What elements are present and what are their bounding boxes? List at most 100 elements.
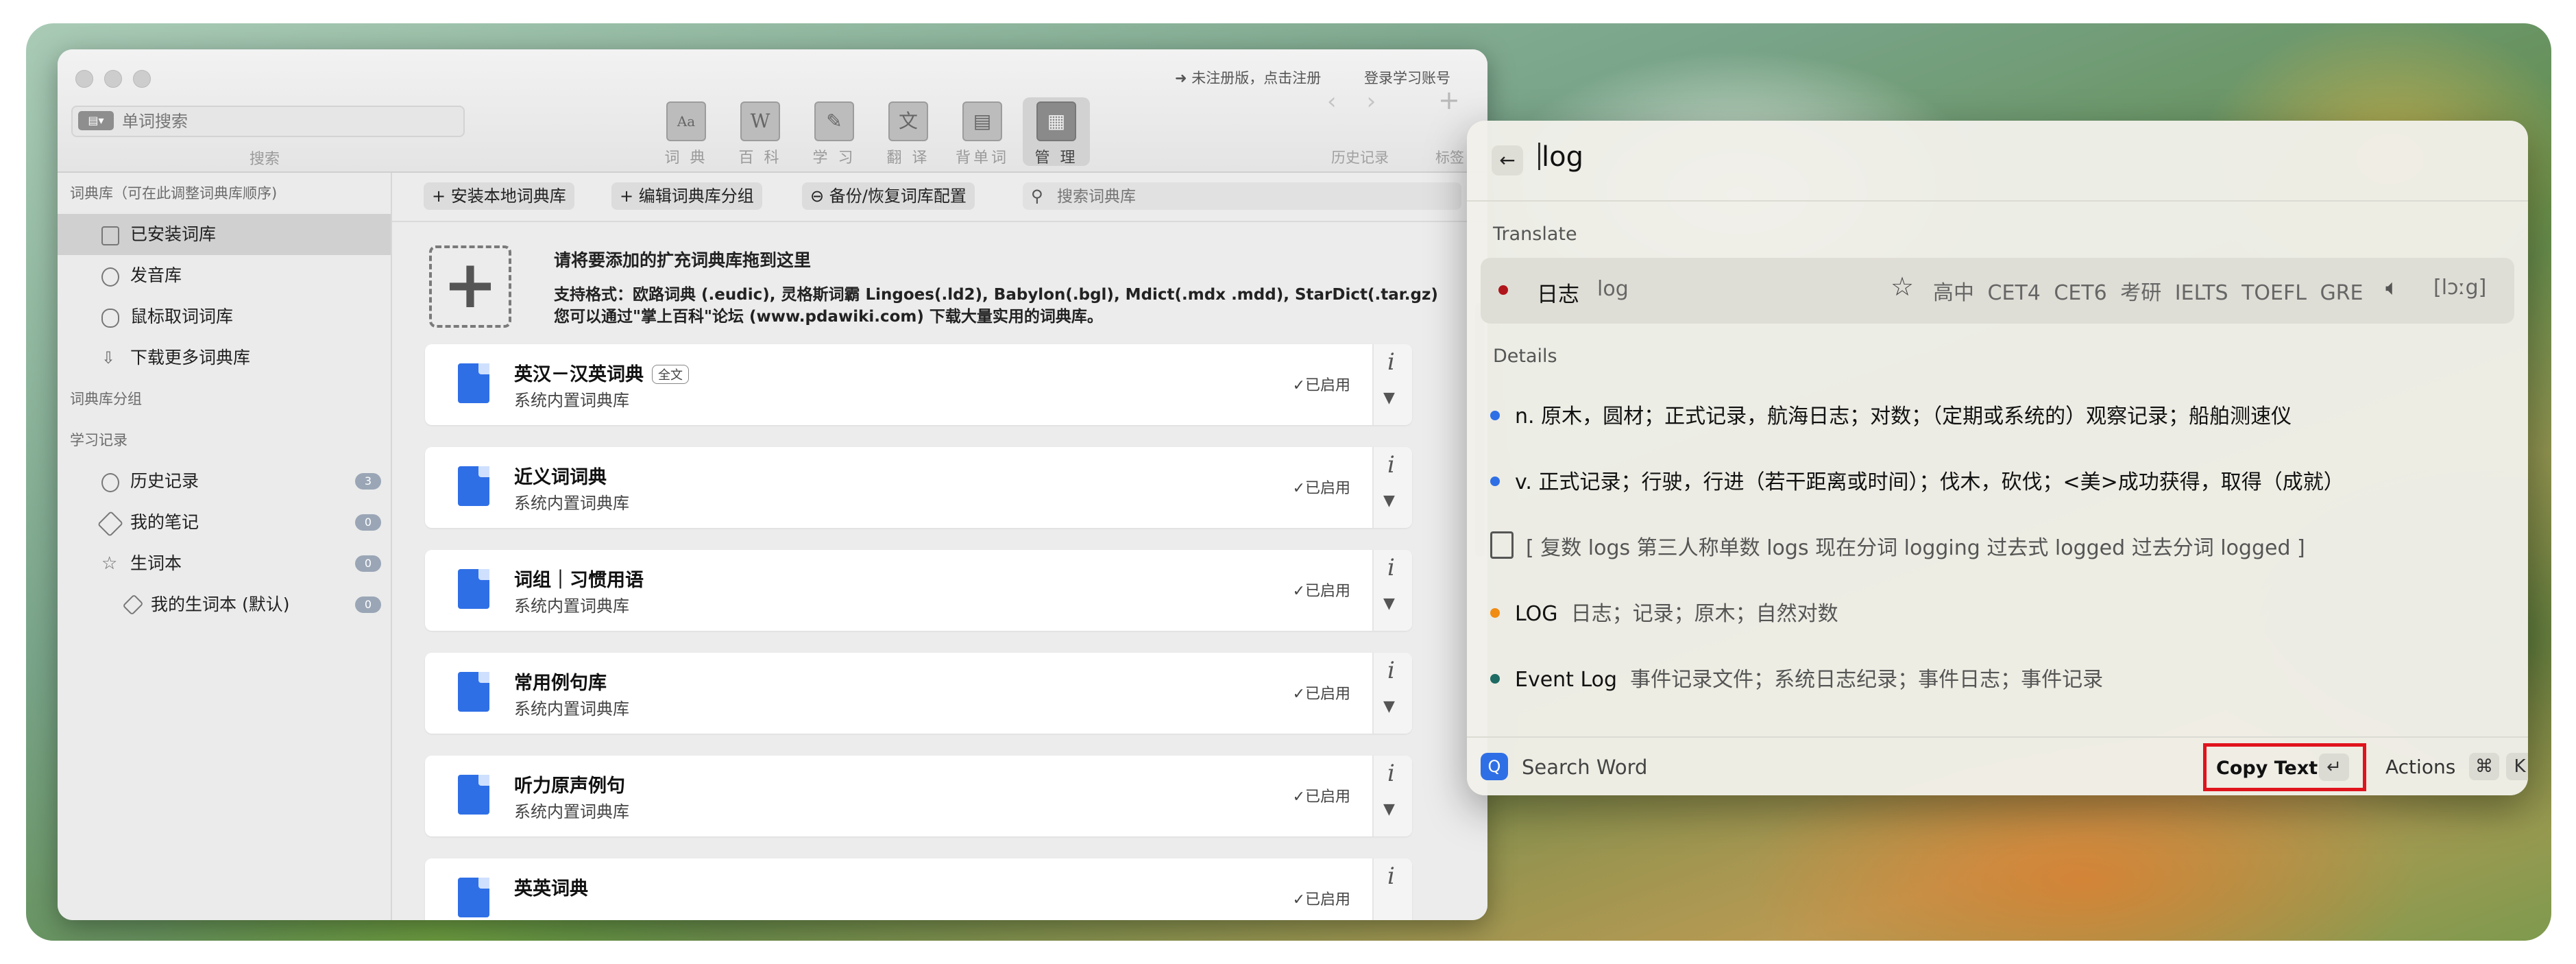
minimize-window-button[interactable] [104, 70, 122, 88]
register-link[interactable]: ➜ 未注册版，点击注册 [1175, 67, 1321, 88]
dictionary-card[interactable]: 常用例句库 系统内置词典库 ✓已启用 i ▼ [425, 653, 1412, 734]
sidebar-heading-study: 学习记录 [70, 432, 127, 448]
add-tag-icon[interactable]: + [1438, 85, 1460, 115]
sidebar-item-label: 鼠标取词词库 [130, 306, 234, 326]
tool-flashcards[interactable]: ▤ 背单词 [949, 97, 1016, 167]
search-icon: ⚲ [1031, 186, 1043, 206]
enabled-status[interactable]: ✓已启用 [1293, 373, 1350, 395]
backup-restore-button[interactable]: ⊖ 备份/恢复词库配置 [802, 182, 975, 210]
tool-dictionary[interactable]: Aa 词 典 [653, 97, 720, 167]
definition-dot [1490, 608, 1500, 618]
sidebar-item-wordbook[interactable]: ☆ 生词本 0 [58, 543, 391, 584]
sidebar-item-history[interactable]: 历史记录 3 [58, 461, 391, 502]
info-panel: i ▼ [1372, 447, 1412, 528]
count-badge: 0 [355, 597, 381, 613]
translation-result[interactable]: 日志 log ☆ 高中 CET4 CET6 考研 IELTS TOEFL GRE… [1481, 258, 2514, 324]
copy-text-label: Copy Text [2216, 758, 2318, 779]
info-icon[interactable]: i [1387, 451, 1395, 479]
chevron-down-icon[interactable]: ▼ [1383, 492, 1395, 509]
dictionary-name: 词组｜习惯用语 [514, 570, 644, 591]
tool-manage[interactable]: ▦ 管 理 [1023, 97, 1090, 167]
exam-tags: 高中 CET4 CET6 考研 IELTS TOEFL GRE [1933, 281, 2364, 305]
word-search-box[interactable]: ▤▾ [71, 106, 465, 137]
speech-bubble-icon [101, 267, 119, 287]
enabled-status[interactable]: ✓已启用 [1293, 887, 1350, 909]
app-logo-icon: Q [1481, 753, 1508, 780]
definition-noun[interactable]: n. 原木，圆材；正式记录，航海日志；对数；（定期或系统的）观察记录；船舶测速仪 [1490, 399, 2292, 429]
definition-dot [1490, 411, 1500, 420]
info-icon[interactable]: i [1387, 657, 1395, 684]
dictionary-card[interactable]: 词组｜习惯用语 系统内置词典库 ✓已启用 i ▼ [425, 550, 1412, 631]
count-badge: 3 [355, 473, 381, 490]
info-icon[interactable]: i [1387, 863, 1395, 890]
actions-button[interactable]: Actions [2385, 756, 2455, 778]
sidebar-item-label: 我的笔记 [130, 512, 199, 532]
drop-zone-title: 请将要添加的扩充词典库拖到这里 [554, 250, 812, 270]
chevron-down-icon[interactable]: ▼ [1383, 595, 1395, 612]
word-forms[interactable]: [ 复数 logs 第三人称单数 logs 现在分词 logging 过去式 l… [1490, 531, 2305, 561]
dictionary-card[interactable]: 近义词词典 系统内置词典库 ✓已启用 i ▼ [425, 447, 1412, 528]
fulltext-chip: 全文 [652, 365, 689, 384]
dictionary-card[interactable]: 听力原声例句 系统内置词典库 ✓已启用 i ▼ [425, 756, 1412, 836]
info-icon[interactable]: i [1387, 554, 1395, 581]
sidebar-item-pronunciation[interactable]: 发音库 [58, 255, 391, 296]
search-caption: 搜索 [250, 151, 280, 168]
search-word-label: Search Word [1522, 756, 1648, 779]
forward-arrow-icon[interactable]: › [1367, 88, 1376, 115]
dictionary-name: 英汉－汉英词典 全文 [514, 359, 689, 386]
tool-flashcards-label: 背单词 [955, 149, 1009, 167]
back-arrow-icon[interactable]: ‹ [1327, 88, 1337, 115]
speaker-icon[interactable]: 🔈︎ [2385, 274, 2398, 301]
tool-dictionary-label: 词 典 [664, 149, 708, 167]
sidebar-item-download[interactable]: ⇩ 下载更多词典库 [58, 337, 391, 378]
sidebar-heading-groups[interactable]: 词典库分组 [58, 378, 391, 420]
zoom-window-button[interactable] [133, 70, 151, 88]
dictionary-name: 英英词典 [514, 878, 588, 900]
tool-encyclopedia[interactable]: W 百 科 [727, 97, 794, 167]
dictionary-window: ▤▾ 搜索 ➜ 未注册版，点击注册 登录学习账号 Aa 词 典 W 百 科 ✎ … [58, 49, 1487, 920]
sidebar-item-default-wordbook[interactable]: 我的生词本 (默认) 0 [58, 584, 391, 625]
document-icon [458, 775, 489, 815]
chevron-down-icon[interactable]: ▼ [1383, 801, 1395, 818]
star-icon[interactable]: ☆ [1891, 272, 1914, 302]
back-arrow-icon[interactable]: ← [1492, 145, 1523, 176]
query-input[interactable]: log [1538, 141, 1583, 173]
info-panel: i [1372, 858, 1412, 920]
info-icon[interactable]: i [1387, 760, 1395, 787]
tool-translate-label: 翻 译 [886, 149, 930, 167]
sidebar-item-label: 生词本 [130, 553, 182, 573]
tool-study[interactable]: ✎ 学 习 [801, 97, 868, 167]
chevron-down-icon[interactable]: ▼ [1383, 389, 1395, 407]
edit-groups-button[interactable]: + 编辑词典库分组 [611, 182, 762, 210]
dictionary-card[interactable]: 英汉－汉英词典 全文 系统内置词典库 ✓已启用 i ▼ [425, 344, 1412, 425]
tool-translate[interactable]: 文 翻 译 [875, 97, 942, 167]
related-entry[interactable]: LOG 日志；记录；原木；自然对数 [1490, 597, 1838, 627]
copy-text-button[interactable]: Copy Text ↵ [2203, 743, 2366, 791]
sidebar-item-installed[interactable]: 已安装词库 [58, 214, 391, 255]
dictionary-card[interactable]: 英英词典 ✓已启用 i [425, 858, 1412, 920]
enabled-status[interactable]: ✓已启用 [1293, 579, 1350, 601]
definition-verb[interactable]: v. 正式记录；行驶，行进（若干距离或时间）；伐木，砍伐；<美>成功获得，取得（… [1490, 465, 2344, 495]
search-scope-dropdown-icon[interactable]: ▤▾ [78, 111, 114, 130]
book-icon: ▤ [962, 101, 1002, 141]
document-icon [458, 878, 489, 917]
enabled-status[interactable]: ✓已启用 [1293, 784, 1350, 806]
drop-zone-plus-icon[interactable]: + [429, 245, 511, 328]
document-icon [458, 569, 489, 609]
chevron-down-icon[interactable]: ▼ [1383, 698, 1395, 715]
result-word: 日志 [1537, 282, 1579, 307]
document-lines-icon [1490, 531, 1514, 559]
info-panel: i ▼ [1372, 756, 1412, 836]
phonetic: [lɔːg] [2433, 276, 2487, 300]
info-icon[interactable]: i [1387, 348, 1395, 376]
enabled-status[interactable]: ✓已启用 [1293, 682, 1350, 703]
word-search-input[interactable] [121, 110, 452, 133]
close-window-button[interactable] [75, 70, 93, 88]
dictionary-search-input[interactable] [1056, 185, 1442, 208]
install-local-dictionary-button[interactable]: + 安装本地词典库 [424, 182, 574, 210]
enabled-status[interactable]: ✓已启用 [1293, 476, 1350, 498]
sidebar-item-notes[interactable]: 我的笔记 0 [58, 502, 391, 543]
sidebar-item-mouse-lookup[interactable]: 鼠标取词词库 [58, 296, 391, 337]
related-entry[interactable]: Event Log 事件记录文件；系统日志纪录；事件日志；事件记录 [1490, 662, 2103, 692]
dictionary-search-box[interactable]: ⚲ [1023, 182, 1461, 210]
